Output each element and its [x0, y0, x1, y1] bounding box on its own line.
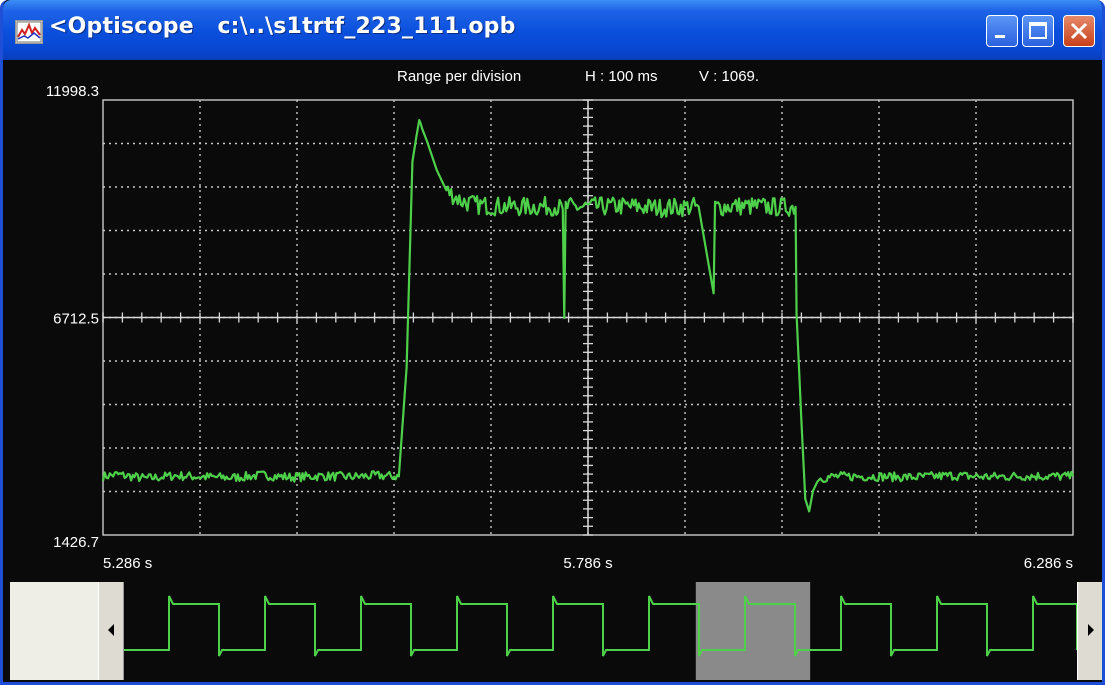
- minimize-button[interactable]: [986, 15, 1018, 47]
- maximize-icon: [1029, 22, 1047, 39]
- scope-display: Range per division H : 100 ms V : 1069. …: [3, 60, 1102, 580]
- scroll-right-button[interactable]: [1077, 582, 1102, 680]
- scope-plot: Range per division H : 100 ms V : 1069. …: [3, 60, 1102, 580]
- title-bar[interactable]: <Optiscope c:\..\s1trtf_223_111.opb: [3, 0, 1102, 60]
- x-tick-label: 5.786 s: [563, 555, 612, 572]
- overview-thumb[interactable]: [695, 582, 811, 680]
- range-per-division-label: Range per division: [397, 68, 521, 85]
- x-tick-label: 6.286 s: [1024, 555, 1073, 572]
- overview-left-panel: [10, 582, 98, 680]
- window-title: <Optiscope c:\..\s1trtf_223_111.opb: [49, 14, 516, 39]
- overview-background: [124, 582, 1077, 680]
- scroll-right-arrow-icon: [1088, 624, 1094, 636]
- y-tick-label: 1426.7: [53, 534, 99, 551]
- close-icon: [1070, 22, 1088, 40]
- y-tick-label: 6712.5: [53, 311, 99, 328]
- maximize-button[interactable]: [1022, 15, 1054, 47]
- horizontal-range-label: H : 100 ms: [585, 68, 658, 85]
- optiscope-window: <Optiscope c:\..\s1trtf_223_111.opb Rang…: [0, 0, 1105, 685]
- overview-track[interactable]: [124, 582, 1078, 680]
- y-tick-label: 11998.3: [46, 83, 99, 100]
- oscilloscope-app-icon[interactable]: [15, 20, 43, 44]
- overview-waveform: [124, 582, 1078, 680]
- x-tick-label: 5.286 s: [103, 555, 152, 572]
- scroll-left-arrow-icon: [108, 624, 114, 636]
- vertical-range-label: V : 1069.: [699, 68, 759, 85]
- overview-scrollbar[interactable]: [10, 582, 1102, 680]
- scroll-left-button[interactable]: [98, 582, 124, 680]
- minimize-icon: [995, 35, 1005, 38]
- close-button[interactable]: [1063, 15, 1095, 47]
